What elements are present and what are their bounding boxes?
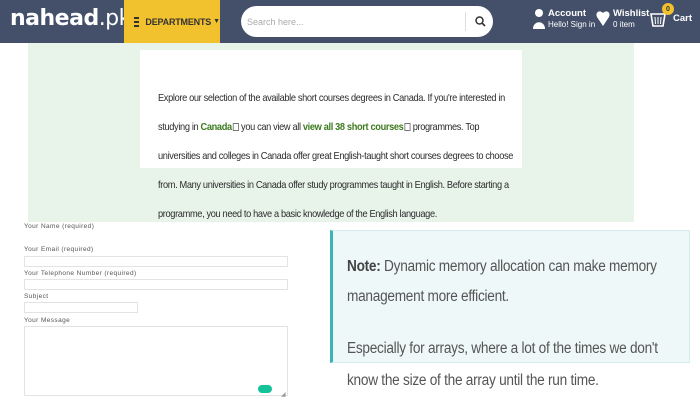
heart-icon bbox=[596, 11, 610, 26]
site-logo[interactable]: nahead.pk bbox=[10, 6, 131, 31]
message-label: Your Message bbox=[24, 317, 71, 324]
email-field[interactable] bbox=[24, 256, 288, 267]
wishlist-count: 0 item bbox=[613, 20, 635, 29]
logo-text-ad: ad bbox=[69, 6, 99, 31]
note-paragraph-1: Note: Dynamic memory allocation can make… bbox=[347, 252, 686, 312]
wishlist-title: Wishlist bbox=[613, 8, 650, 19]
name-label: Your Name (required) bbox=[24, 223, 95, 230]
search-bar bbox=[241, 6, 493, 37]
cart-count-badge: 0 bbox=[662, 3, 674, 15]
cart-label: Cart bbox=[673, 12, 693, 24]
search-button[interactable] bbox=[467, 6, 493, 37]
intro-paragraph: Explore our selection of the available s… bbox=[158, 84, 514, 229]
departments-button[interactable]: DEPARTMENTS ▼ bbox=[124, 0, 220, 43]
departments-label: DEPARTMENTS bbox=[145, 16, 212, 27]
caret-down-icon: ▼ bbox=[213, 18, 220, 25]
note-text-1: Dynamic memory allocation can make memor… bbox=[347, 258, 657, 305]
account-title: Account bbox=[548, 8, 586, 19]
message-textarea[interactable] bbox=[24, 326, 288, 396]
account-link[interactable]: Account Hello! Sign in bbox=[533, 8, 595, 30]
search-icon bbox=[474, 16, 486, 27]
subject-label: Subject bbox=[24, 293, 49, 300]
email-label: Your Email (required) bbox=[24, 246, 94, 253]
canada-link[interactable]: Canada bbox=[201, 121, 233, 133]
note-paragraph-2: Especially for arrays, where a lot of th… bbox=[347, 340, 658, 389]
intro-text-3: programmes. Top universities and college… bbox=[158, 121, 514, 220]
view-courses-link[interactable]: view all 38 short courses bbox=[303, 121, 404, 133]
resize-handle-icon[interactable]: ◢ bbox=[281, 391, 286, 398]
search-input[interactable] bbox=[247, 10, 457, 33]
wishlist-link[interactable]: Wishlist 0 item bbox=[596, 8, 649, 30]
user-icon bbox=[533, 9, 545, 29]
logo-text: nahe bbox=[10, 6, 70, 31]
grammar-assistant-icon[interactable] bbox=[258, 385, 272, 393]
site-header: nahead.pk DEPARTMENTS ▼ Account Hello! S… bbox=[0, 0, 700, 43]
note-label: Note: bbox=[347, 258, 381, 275]
cart-link[interactable]: 0 Cart bbox=[650, 3, 693, 30]
phone-label: Your Telephone Number (required) bbox=[24, 270, 137, 277]
hamburger-icon bbox=[134, 16, 140, 27]
intro-text-2: you can view all bbox=[238, 121, 303, 133]
search-divider bbox=[465, 12, 466, 31]
subject-field[interactable] bbox=[24, 302, 138, 313]
phone-field[interactable] bbox=[24, 279, 288, 290]
account-subtitle: Hello! Sign in bbox=[548, 20, 596, 29]
